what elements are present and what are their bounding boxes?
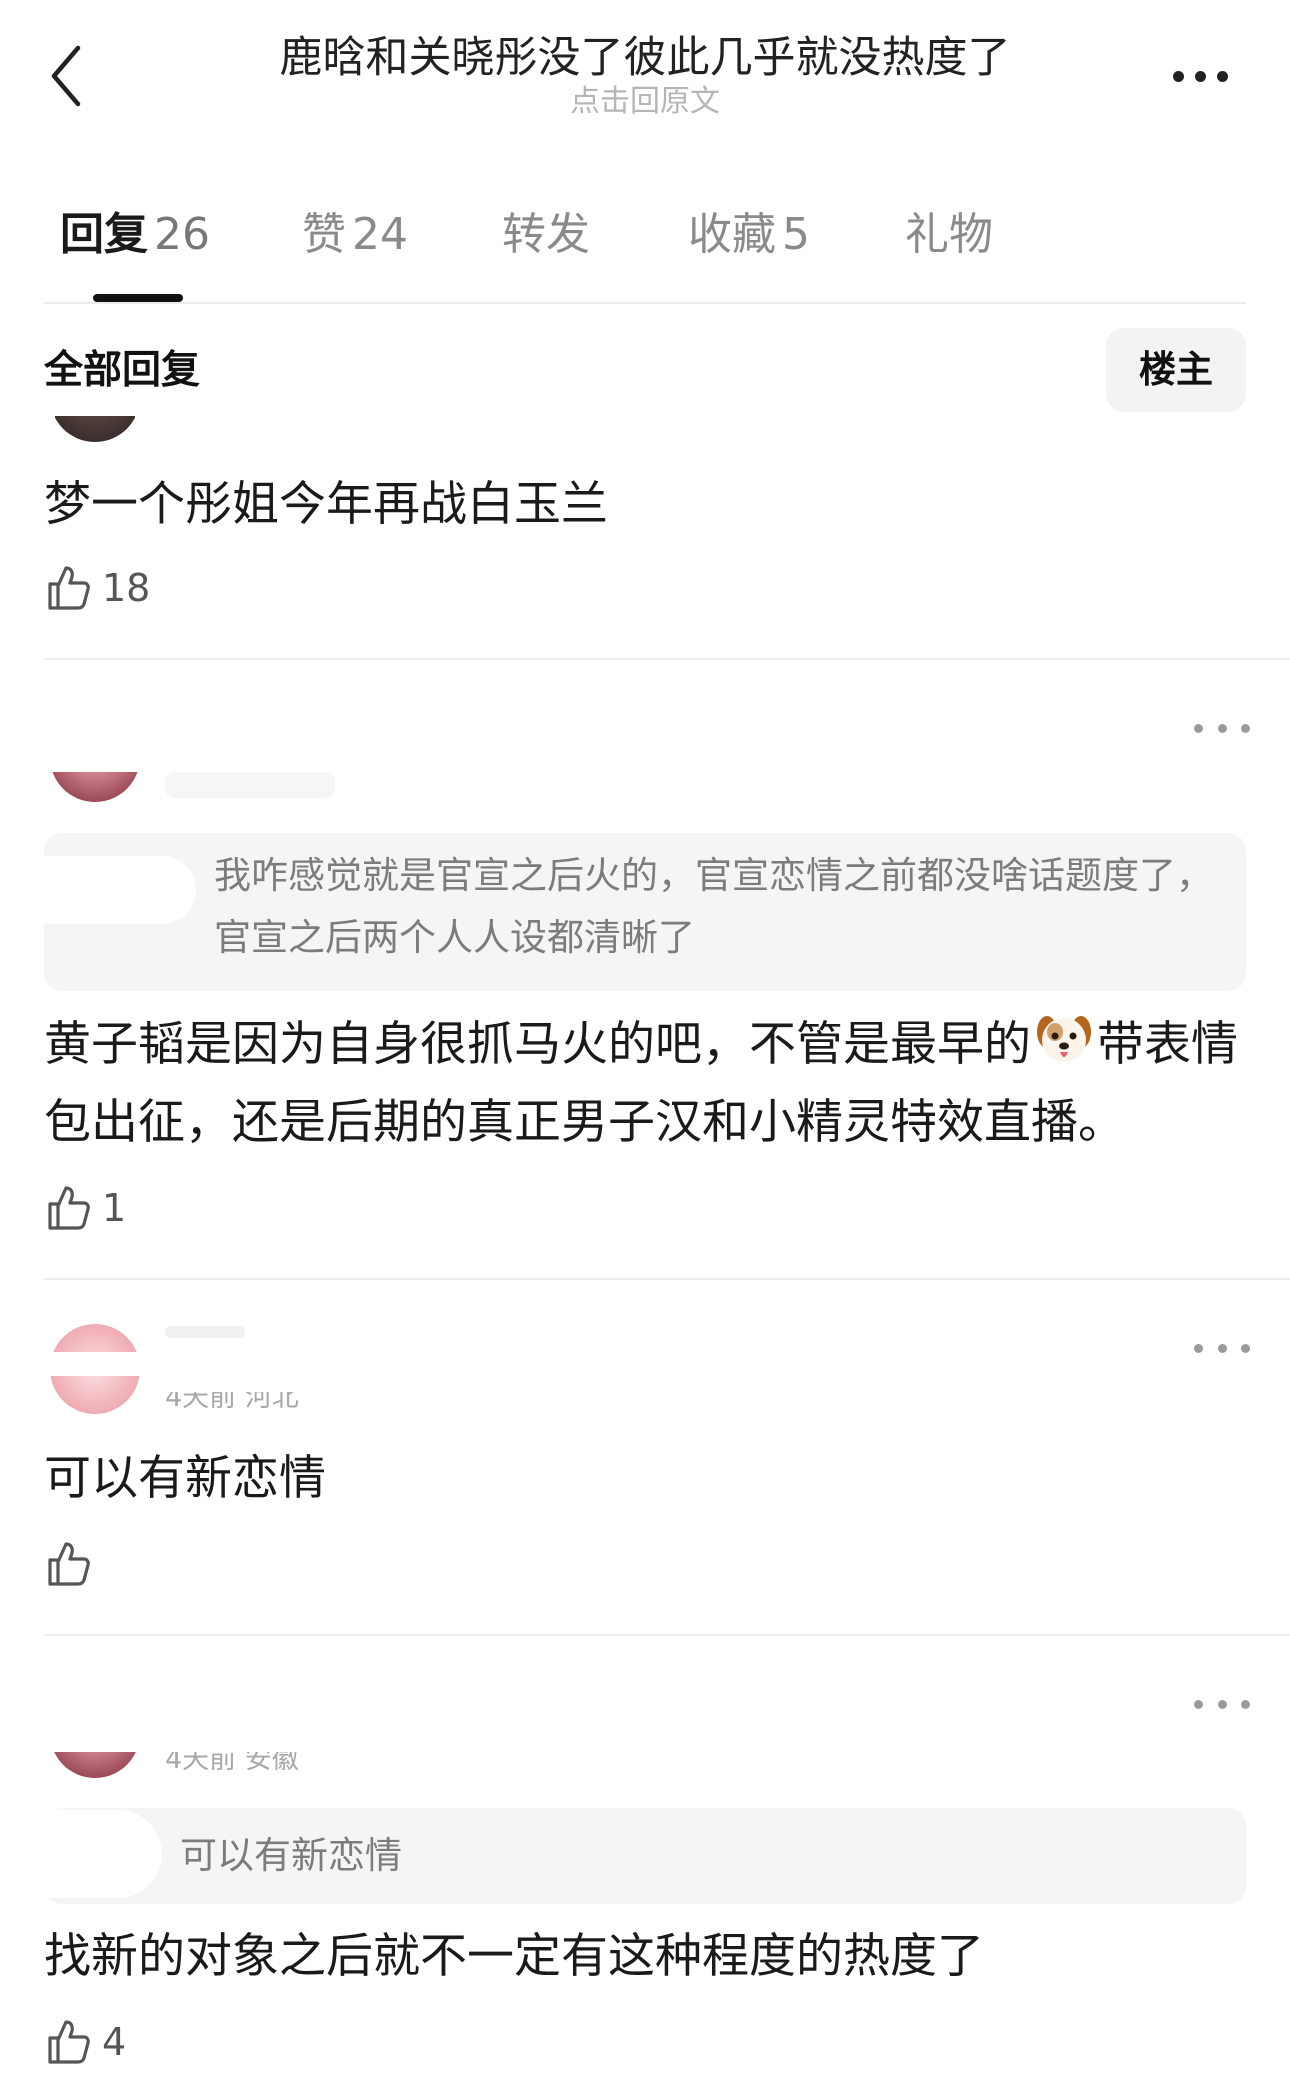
back-button[interactable] xyxy=(44,40,88,112)
quoted-reply-text: 可以有新恋情 xyxy=(180,1834,402,1877)
like-button[interactable]: 4 xyxy=(44,2014,126,2070)
ellipsis-dot xyxy=(1217,723,1227,733)
comment-more-button[interactable] xyxy=(1194,1694,1250,1714)
thumbs-up-icon xyxy=(48,2020,90,2064)
quoted-reply[interactable]: 可以有新恋情 xyxy=(44,1808,1246,1904)
ellipsis-dot xyxy=(1217,1699,1227,1709)
avatar[interactable] xyxy=(50,772,140,802)
comment-divider xyxy=(44,1634,1290,1636)
username-blurred xyxy=(165,1326,245,1338)
like-count: 18 xyxy=(102,566,151,610)
chevron-left-icon xyxy=(51,45,81,107)
thumbs-up-icon xyxy=(48,1542,90,1586)
tab-favorites[interactable]: 收藏 5 xyxy=(688,205,810,265)
quoted-reply-text: 我咋感觉就是官宣之后火的，官宣恋情之前都没啥话题度了，官宣之后两个人人设都清晰了 xyxy=(214,854,1213,959)
quoted-reply[interactable]: 我咋感觉就是官宣之后火的，官宣恋情之前都没啥话题度了，官宣之后两个人人设都清晰了 xyxy=(44,833,1246,991)
view-original-link[interactable]: 点击回原文 xyxy=(200,82,1090,122)
ellipsis-dot xyxy=(1241,723,1250,733)
tab-label: 礼物 xyxy=(905,209,993,260)
more-options-button[interactable] xyxy=(1160,54,1240,98)
ellipsis-dot xyxy=(1216,70,1228,82)
ellipsis-icon xyxy=(1194,1343,1203,1353)
comment-text-part: 黄子韬是因为自身很抓马火的吧，不管是最早的 xyxy=(44,1017,1031,1072)
avatar-overlap-mask xyxy=(44,1352,164,1376)
username-blurred xyxy=(165,772,335,798)
thumbs-up-icon xyxy=(48,1186,90,1230)
ellipsis-dot xyxy=(1217,1343,1227,1353)
tab-label: 收藏 xyxy=(688,209,776,260)
tab-replies[interactable]: 回复 26 xyxy=(60,205,210,265)
avatar-clip xyxy=(48,772,143,802)
avatar[interactable] xyxy=(50,1752,140,1778)
tab-count: 24 xyxy=(352,209,408,260)
like-button[interactable]: 1 xyxy=(44,1180,126,1236)
ellipsis-dot xyxy=(1194,70,1206,82)
tabs-divider xyxy=(44,302,1246,304)
meta-clip: 4天前 安徽 xyxy=(165,1752,405,1776)
tab-count: 5 xyxy=(782,209,810,260)
comment-divider xyxy=(44,1278,1290,1280)
ellipsis-dot xyxy=(1241,1699,1250,1709)
page-title: 鹿晗和关晓彤没了彼此几乎就没热度了 xyxy=(279,33,1011,83)
thumbs-up-icon xyxy=(48,566,90,610)
comment-text: 可以有新恋情 xyxy=(44,1451,326,1506)
like-button[interactable]: 18 xyxy=(44,560,150,616)
ellipsis-icon xyxy=(1194,723,1203,733)
like-button[interactable] xyxy=(44,1536,102,1592)
ellipsis-dot xyxy=(1241,1343,1250,1353)
like-count: 4 xyxy=(102,2020,127,2064)
tab-label: 赞 xyxy=(302,209,346,260)
comment-divider xyxy=(44,658,1290,660)
owner-only-button[interactable]: 楼主 xyxy=(1106,328,1246,412)
ellipsis-icon xyxy=(1194,1699,1203,1709)
comment-text: 黄子韬是因为自身很抓马火的吧，不管是最早的 带表情包出征，还是后期的真正男子汉和… xyxy=(44,1006,1244,1162)
tab-label: 转发 xyxy=(502,209,590,260)
ellipsis-icon xyxy=(1172,70,1184,82)
comment-text: 找新的对象之后就不一定有这种程度的热度了 xyxy=(44,1929,984,1984)
comment-more-button[interactable] xyxy=(1194,718,1250,738)
comment-text: 梦一个彤姐今年再战白玉兰 xyxy=(44,477,608,532)
quoted-avatar-mask xyxy=(44,1810,162,1898)
tab-count: 26 xyxy=(154,209,210,260)
comment-meta: 4天前 河北 xyxy=(165,1392,299,1413)
tab-gifts[interactable]: 礼物 xyxy=(905,205,993,265)
quoted-avatar-mask xyxy=(44,856,196,924)
avatar[interactable] xyxy=(55,416,135,442)
dog-face-emoji xyxy=(1037,1016,1091,1062)
comment-more-button[interactable] xyxy=(1194,1338,1250,1358)
meta-clip: 4天前 河北 xyxy=(165,1392,405,1414)
tab-reposts[interactable]: 转发 xyxy=(502,205,590,265)
avatar-clip xyxy=(55,416,135,442)
avatar-clip xyxy=(48,1752,143,1778)
tab-likes[interactable]: 赞 24 xyxy=(302,205,408,265)
active-tab-indicator xyxy=(93,294,183,302)
like-count: 1 xyxy=(102,1186,127,1230)
tab-label: 回复 xyxy=(60,209,148,260)
comment-meta: 4天前 安徽 xyxy=(165,1752,299,1775)
all-replies-label: 全部回复 xyxy=(44,348,201,393)
